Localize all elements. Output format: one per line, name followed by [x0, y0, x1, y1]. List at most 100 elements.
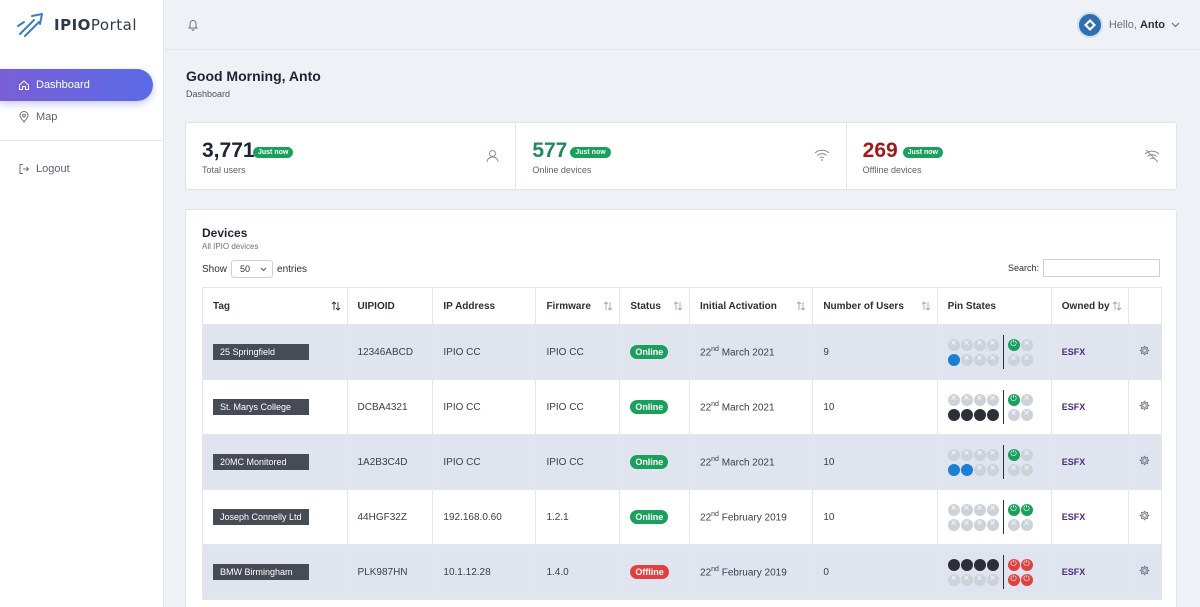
column-header-initial-activation[interactable]: Initial Activation	[689, 287, 814, 325]
stat-value: 269	[862, 139, 898, 162]
sidebar-item-logout[interactable]: Logout	[0, 153, 153, 185]
pin-blue-icon	[947, 353, 960, 366]
power-on-icon[interactable]	[1007, 338, 1020, 351]
sidebar-item-label: Logout	[36, 163, 70, 175]
column-header-uipioid[interactable]: UIPIOID	[346, 287, 434, 325]
cell-ip: IPIO CC	[432, 324, 537, 380]
pin-inactive-icon	[1007, 463, 1020, 476]
show-label: Show	[202, 263, 228, 275]
gear-icon[interactable]	[1139, 510, 1150, 521]
owner-link[interactable]: ESFX	[1062, 347, 1086, 357]
pin-inactive-icon	[960, 518, 973, 531]
gear-icon[interactable]	[1139, 565, 1150, 576]
cell-actions	[1127, 434, 1163, 490]
cell-uid: DCBA4321	[346, 379, 434, 435]
cell-ip: 10.1.12.28	[432, 544, 537, 600]
pin-inactive-icon	[1007, 518, 1020, 531]
user-menu[interactable]: Hello, Anto	[1076, 12, 1180, 38]
entries-label: entries	[277, 263, 308, 275]
pin-active-icon	[960, 408, 973, 421]
gear-icon[interactable]	[1139, 455, 1150, 466]
pin-inactive-icon	[947, 338, 960, 351]
power-on-icon[interactable]	[1007, 503, 1020, 516]
gear-icon[interactable]	[1139, 345, 1150, 356]
power-off-icon[interactable]	[1020, 558, 1033, 571]
cell-pin-states	[936, 544, 1052, 600]
column-header-pin-states[interactable]: Pin States	[936, 287, 1052, 325]
pin-inactive-icon	[986, 573, 999, 586]
owner-link[interactable]: ESFX	[1062, 512, 1086, 522]
search-label: Search:	[1007, 263, 1039, 273]
column-header-status[interactable]: Status	[619, 287, 691, 325]
table-row[interactable]: Joseph Connelly Ltd 44HGF32Z 192.168.0.6…	[202, 489, 1163, 545]
sort-icon	[673, 301, 683, 311]
cell-uid: 12346ABCD	[346, 324, 434, 380]
pin-active-icon	[960, 558, 973, 571]
pin-inactive-icon	[986, 518, 999, 531]
device-tag[interactable]: 25 Springfield	[213, 344, 309, 360]
power-off-icon[interactable]	[1007, 573, 1020, 586]
column-header-tag[interactable]: Tag	[202, 287, 348, 325]
owner-link[interactable]: ESFX	[1062, 457, 1086, 467]
cell-activation: 22nd March 2021	[689, 434, 814, 490]
column-header-number-of-users[interactable]: Number of Users	[812, 287, 938, 325]
pin-inactive-icon	[986, 338, 999, 351]
pin-blue-icon	[960, 463, 973, 476]
power-off-icon[interactable]	[1020, 573, 1033, 586]
column-header-firmware[interactable]: Firmware	[535, 287, 621, 325]
device-tag[interactable]: BMW Birmingham	[213, 564, 309, 580]
device-tag[interactable]: 20MC Monitored	[213, 454, 309, 470]
cell-activation: 22nd March 2021	[689, 324, 814, 380]
sidebar-item-dashboard[interactable]: Dashboard	[0, 69, 153, 101]
entries-select[interactable]: 50	[231, 260, 274, 278]
pin-inactive-icon	[1020, 463, 1033, 476]
pin-divider	[1002, 445, 1004, 479]
avatar	[1076, 12, 1103, 38]
pin-states	[947, 335, 1041, 369]
app-logo[interactable]: IPIOPortal	[16, 12, 137, 38]
pin-active-icon	[947, 408, 960, 421]
device-tag[interactable]: Joseph Connelly Ltd	[213, 509, 309, 525]
status-badge: Offline	[630, 565, 669, 579]
sidebar-item-map[interactable]: Map	[0, 101, 153, 133]
search-input[interactable]	[1043, 259, 1160, 277]
power-on-icon[interactable]	[1020, 503, 1033, 516]
table-row[interactable]: St. Marys College DCBA4321 IPIO CC IPIO …	[202, 379, 1163, 435]
app-name: IPIOPortal	[54, 16, 138, 34]
cell-status: Online	[619, 379, 691, 435]
power-on-icon[interactable]	[1007, 393, 1020, 406]
table-row[interactable]: BMW Birmingham PLK987HN 10.1.12.28 1.4.0…	[202, 544, 1163, 600]
pin-inactive-icon	[986, 463, 999, 476]
cell-firmware: IPIO CC	[535, 324, 621, 380]
pin-active-icon	[986, 558, 999, 571]
pin-inactive-icon	[973, 503, 986, 516]
status-badge: Online	[630, 510, 669, 524]
pin-blue-icon	[947, 463, 960, 476]
table-row[interactable]: 20MC Monitored 1A2B3C4D IPIO CC IPIO CC …	[202, 434, 1163, 490]
cell-pin-states	[936, 434, 1052, 490]
cell-activation: 22nd February 2019	[689, 544, 814, 600]
gear-icon[interactable]	[1139, 400, 1150, 411]
power-off-icon[interactable]	[1007, 558, 1020, 571]
cell-owner: ESFX	[1050, 434, 1129, 490]
owner-link[interactable]: ESFX	[1062, 402, 1086, 412]
pin-inactive-icon	[973, 448, 986, 461]
cell-actions	[1127, 379, 1163, 435]
cell-activation: 22nd February 2019	[689, 489, 814, 545]
bell-icon[interactable]	[187, 18, 199, 36]
stat-value: 3,771	[202, 139, 255, 162]
device-tag[interactable]: St. Marys College	[213, 399, 309, 415]
column-header-owned-by[interactable]: Owned by	[1050, 287, 1129, 325]
owner-link[interactable]: ESFX	[1062, 567, 1086, 577]
power-on-icon[interactable]	[1007, 448, 1020, 461]
cell-ip: IPIO CC	[432, 434, 537, 490]
pin-inactive-icon	[947, 518, 960, 531]
cell-pin-states	[936, 324, 1052, 380]
table-row[interactable]: 25 Springfield 12346ABCD IPIO CC IPIO CC…	[202, 324, 1163, 380]
status-badge: Online	[630, 345, 669, 359]
cell-firmware: 1.4.0	[535, 544, 621, 600]
pin-inactive-icon	[986, 503, 999, 516]
cell-users: 0	[812, 544, 938, 600]
pin-inactive-icon	[973, 518, 986, 531]
column-header-ip-address[interactable]: IP Address	[432, 287, 537, 325]
